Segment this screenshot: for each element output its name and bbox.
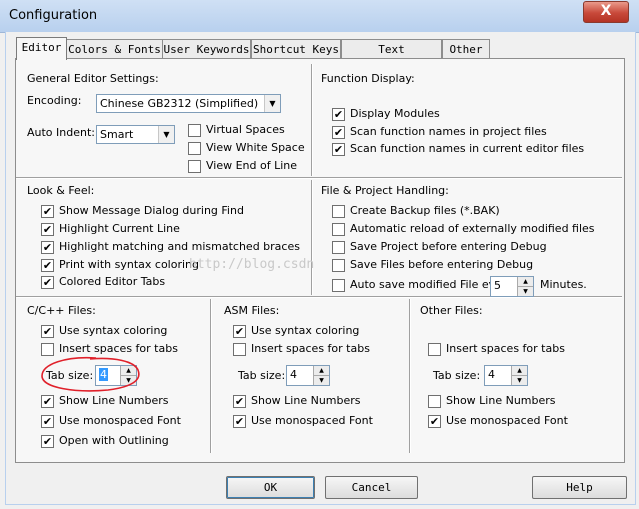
spin-down-icon[interactable]: ▼ [517, 287, 533, 296]
asm-monospaced-checkbox[interactable]: ✔ [233, 415, 246, 428]
checkbox-label: View End of Line [206, 159, 298, 172]
checkbox-label: Show Line Numbers [251, 394, 361, 407]
display-modules-checkbox[interactable]: ✔ [332, 108, 345, 121]
checkbox-label: View White Space [206, 141, 305, 154]
spin-down-icon[interactable]: ▼ [511, 376, 527, 385]
view-end-of-line-checkbox[interactable] [188, 160, 201, 173]
scan-project-files-checkbox[interactable]: ✔ [332, 126, 345, 139]
print-syntax-coloring-checkbox[interactable]: ✔ [41, 259, 54, 272]
checkbox-label: Auto save modified File every [350, 278, 513, 291]
colored-tabs-checkbox[interactable]: ✔ [41, 276, 54, 289]
save-project-debug-checkbox[interactable] [332, 241, 345, 254]
divider [210, 299, 212, 453]
checkbox-label: Create Backup files (*.BAK) [350, 204, 500, 217]
function-display-heading: Function Display: [321, 72, 415, 85]
checkbox-label: Display Modules [350, 107, 440, 120]
auto-save-minutes-spinner[interactable]: 5 ▲ ▼ [490, 276, 534, 297]
checkbox-label: Show Message Dialog during Find [59, 204, 244, 217]
cpp-monospaced-checkbox[interactable]: ✔ [41, 415, 54, 428]
checkbox-label: Use monospaced Font [59, 414, 181, 427]
checkbox-label: Highlight Current Line [59, 222, 180, 235]
asm-insert-spaces-checkbox[interactable] [233, 343, 246, 356]
tab-user-keywords[interactable]: User Keywords [162, 39, 251, 59]
checkbox-label: Use monospaced Font [446, 414, 568, 427]
close-icon[interactable]: X [601, 3, 612, 19]
view-white-space-checkbox[interactable] [188, 142, 201, 155]
checkbox-label: Open with Outlining [59, 434, 169, 447]
checkbox-label: Use syntax coloring [251, 324, 360, 337]
tab-shortcut-keys[interactable]: Shortcut Keys [251, 39, 341, 59]
other-files-heading: Other Files: [420, 304, 483, 317]
spin-up-icon[interactable]: ▲ [313, 366, 329, 376]
divider [311, 64, 313, 176]
auto-save-checkbox[interactable] [332, 279, 345, 292]
window-title: Configuration [9, 8, 98, 23]
close-button[interactable]: X [583, 1, 629, 23]
other-line-numbers-checkbox[interactable] [428, 395, 441, 408]
checkbox-label: Scan function names in current editor fi… [350, 142, 585, 155]
spin-down-icon[interactable]: ▼ [313, 376, 329, 385]
auto-reload-checkbox[interactable] [332, 223, 345, 236]
highlight-braces-checkbox[interactable]: ✔ [41, 241, 54, 254]
encoding-label: Encoding: [27, 94, 82, 107]
checkbox-label: Print with syntax coloring [59, 258, 200, 271]
spin-up-icon[interactable]: ▲ [511, 366, 527, 376]
asm-syntax-coloring-checkbox[interactable]: ✔ [233, 325, 246, 338]
checkbox-label: Colored Editor Tabs [59, 275, 166, 288]
look-feel-heading: Look & Feel: [27, 184, 95, 197]
asm-files-heading: ASM Files: [224, 304, 280, 317]
checkbox-label: Insert spaces for tabs [446, 342, 565, 355]
divider [311, 180, 313, 295]
checkbox-label: Virtual Spaces [206, 123, 285, 136]
cpp-syntax-coloring-checkbox[interactable]: ✔ [41, 325, 54, 338]
cpp-line-numbers-checkbox[interactable]: ✔ [41, 395, 54, 408]
cpp-outlining-checkbox[interactable]: ✔ [41, 435, 54, 448]
tab-other[interactable]: Other [442, 39, 490, 59]
tab-editor[interactable]: Editor [16, 37, 67, 60]
highlight-line-checkbox[interactable]: ✔ [41, 223, 54, 236]
other-tab-size-spinner[interactable]: 4 ▲ ▼ [484, 365, 528, 386]
show-find-dialog-checkbox[interactable]: ✔ [41, 205, 54, 218]
checkbox-label: Show Line Numbers [446, 394, 556, 407]
divider [409, 299, 411, 453]
save-files-debug-checkbox[interactable] [332, 259, 345, 272]
checkbox-label: Save Project before entering Debug [350, 240, 547, 253]
checkbox-label: Highlight matching and mismatched braces [59, 240, 300, 253]
minutes-label: Minutes. [540, 278, 587, 291]
checkbox-label: Insert spaces for tabs [251, 342, 370, 355]
file-project-heading: File & Project Handling: [321, 184, 449, 197]
cpp-files-heading: C/C++ Files: [27, 304, 96, 317]
cancel-button[interactable]: Cancel [325, 476, 418, 499]
annotation-ellipse [41, 356, 140, 392]
asm-tab-size-label: Tab size: [238, 369, 286, 382]
watermark-text: http://blog.csdn [189, 257, 315, 272]
checkbox-label: Save Files before entering Debug [350, 258, 534, 271]
spin-up-icon[interactable]: ▲ [517, 277, 533, 287]
create-backup-checkbox[interactable] [332, 205, 345, 218]
other-monospaced-checkbox[interactable]: ✔ [428, 415, 441, 428]
checkbox-label: Scan function names in project files [350, 125, 547, 138]
scan-editor-files-checkbox[interactable]: ✔ [332, 143, 345, 156]
checkbox-label: Use syntax coloring [59, 324, 168, 337]
checkbox-label: Automatic reload of externally modified … [350, 222, 595, 235]
divider [16, 177, 622, 179]
tab-text-completion[interactable]: Text Completion [341, 39, 442, 75]
other-insert-spaces-checkbox[interactable] [428, 343, 441, 356]
general-settings-heading: General Editor Settings: [27, 72, 159, 85]
chevron-down-icon[interactable]: ▼ [158, 126, 174, 143]
checkbox-label: Use monospaced Font [251, 414, 373, 427]
asm-tab-size-spinner[interactable]: 4 ▲ ▼ [286, 365, 330, 386]
chevron-down-icon[interactable]: ▼ [264, 95, 280, 112]
annotation-stroke [41, 356, 140, 392]
asm-line-numbers-checkbox[interactable]: ✔ [233, 395, 246, 408]
encoding-select[interactable]: Chinese GB2312 (Simplified) ▼ [96, 94, 281, 113]
virtual-spaces-checkbox[interactable] [188, 124, 201, 137]
help-button[interactable]: Help [532, 476, 627, 499]
auto-indent-label: Auto Indent: [27, 126, 95, 139]
tab-colors-fonts[interactable]: Colors & Fonts [66, 39, 163, 59]
other-tab-size-label: Tab size: [433, 369, 481, 382]
ok-button[interactable]: OK [226, 476, 315, 499]
auto-indent-select[interactable]: Smart ▼ [96, 125, 175, 144]
